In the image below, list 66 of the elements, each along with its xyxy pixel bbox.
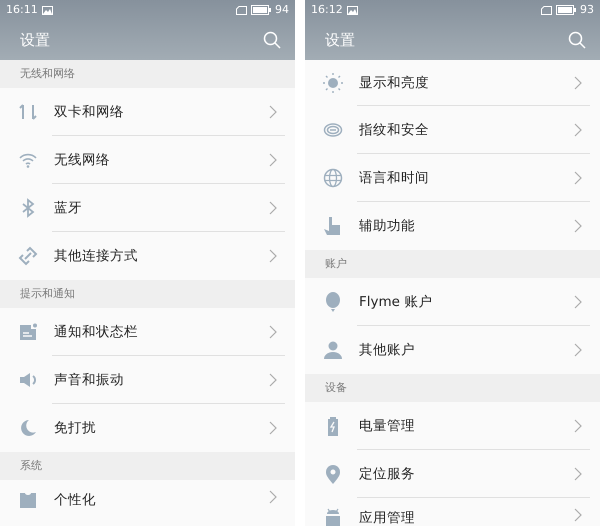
section-header: 提示和通知 bbox=[20, 286, 75, 302]
chevron-icon bbox=[269, 105, 277, 119]
sim-icon bbox=[541, 6, 552, 14]
chevron-icon bbox=[574, 219, 582, 233]
screen-title: 设置 bbox=[20, 30, 50, 51]
speaker-icon bbox=[18, 370, 38, 390]
battery-percentage: 93 bbox=[580, 2, 594, 18]
chevron-icon bbox=[574, 467, 582, 481]
settings-row[interactable]: 指纹和安全 bbox=[305, 106, 600, 154]
settings-row[interactable]: 免打扰 bbox=[0, 404, 295, 452]
chevron-icon bbox=[269, 421, 277, 435]
chevron-icon bbox=[574, 508, 582, 522]
notification-icon bbox=[18, 322, 38, 342]
chevron-icon bbox=[574, 419, 582, 433]
settings-row[interactable]: 个性化 bbox=[0, 480, 295, 526]
section-header: 无线和网络 bbox=[20, 66, 75, 82]
chevron-icon bbox=[269, 325, 277, 339]
battery-icon bbox=[556, 5, 576, 15]
settings-row[interactable]: 定位服务 bbox=[305, 450, 600, 498]
section-header: 系统 bbox=[20, 458, 42, 474]
moon-icon bbox=[18, 418, 38, 438]
settings-row[interactable]: 无线网络 bbox=[0, 136, 295, 184]
status-time: 16:11 bbox=[6, 2, 38, 18]
robot-icon bbox=[323, 508, 343, 526]
settings-row[interactable]: 双卡和网络 bbox=[0, 88, 295, 136]
settings-row[interactable]: 显示和亮度 bbox=[305, 60, 600, 106]
settings-row[interactable]: 应用管理 bbox=[305, 498, 600, 526]
section-header: 账户 bbox=[325, 256, 347, 272]
screen-title: 设置 bbox=[325, 30, 355, 51]
chevron-icon bbox=[269, 373, 277, 387]
settings-row[interactable]: 辅助功能 bbox=[305, 202, 600, 250]
sim-icon bbox=[236, 6, 247, 14]
shirt-icon bbox=[18, 490, 38, 510]
settings-row[interactable]: 声音和振动 bbox=[0, 356, 295, 404]
settings-row[interactable]: 其他账户 bbox=[305, 326, 600, 374]
chevron-icon bbox=[574, 295, 582, 309]
battery-percentage: 94 bbox=[275, 2, 289, 18]
settings-row[interactable]: 通知和状态栏 bbox=[0, 308, 295, 356]
link-icon bbox=[18, 246, 38, 266]
chevron-icon bbox=[574, 76, 582, 90]
globe-icon bbox=[323, 168, 343, 188]
status-time: 16:12 bbox=[311, 2, 343, 18]
image-icon bbox=[42, 6, 53, 14]
settings-row[interactable]: 电量管理 bbox=[305, 402, 600, 450]
image-icon bbox=[346, 6, 358, 14]
balloon-icon bbox=[323, 292, 343, 312]
chevron-icon bbox=[574, 343, 582, 357]
chevron-icon bbox=[269, 490, 277, 504]
search-icon[interactable] bbox=[568, 31, 586, 49]
chevron-icon bbox=[269, 249, 277, 263]
chevron-icon bbox=[574, 171, 582, 185]
search-icon[interactable] bbox=[263, 31, 281, 49]
chevron-icon bbox=[574, 123, 582, 137]
settings-row[interactable]: 语言和时间 bbox=[305, 154, 600, 202]
settings-row[interactable]: Flyme 账户 bbox=[305, 278, 600, 326]
chevron-icon bbox=[269, 153, 277, 167]
sun-icon bbox=[323, 73, 343, 93]
settings-row[interactable]: 蓝牙 bbox=[0, 184, 295, 232]
hand-icon bbox=[323, 216, 343, 236]
person-icon bbox=[323, 340, 343, 360]
section-header: 设备 bbox=[325, 380, 347, 396]
arrows-icon bbox=[18, 102, 38, 122]
location-pin-icon bbox=[323, 464, 343, 484]
battery-icon bbox=[251, 5, 271, 15]
settings-row[interactable]: 其他连接方式 bbox=[0, 232, 295, 280]
chevron-icon bbox=[269, 201, 277, 215]
